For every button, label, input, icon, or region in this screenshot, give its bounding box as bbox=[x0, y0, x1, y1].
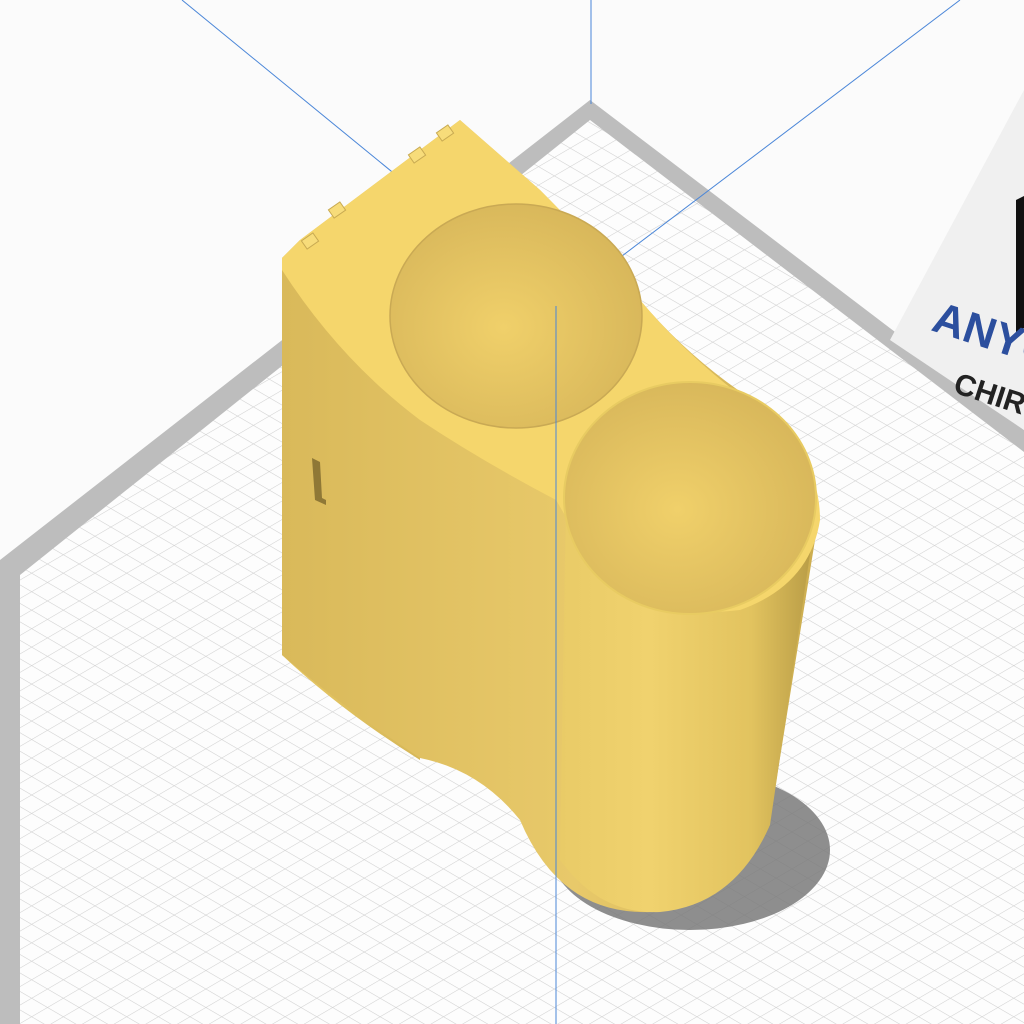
model-hole-right bbox=[563, 381, 817, 615]
model-hole-left bbox=[389, 203, 643, 429]
3d-viewport[interactable]: ANYC CHIRO bbox=[0, 0, 1024, 1024]
anycubic-logo-icon bbox=[1016, 196, 1024, 332]
